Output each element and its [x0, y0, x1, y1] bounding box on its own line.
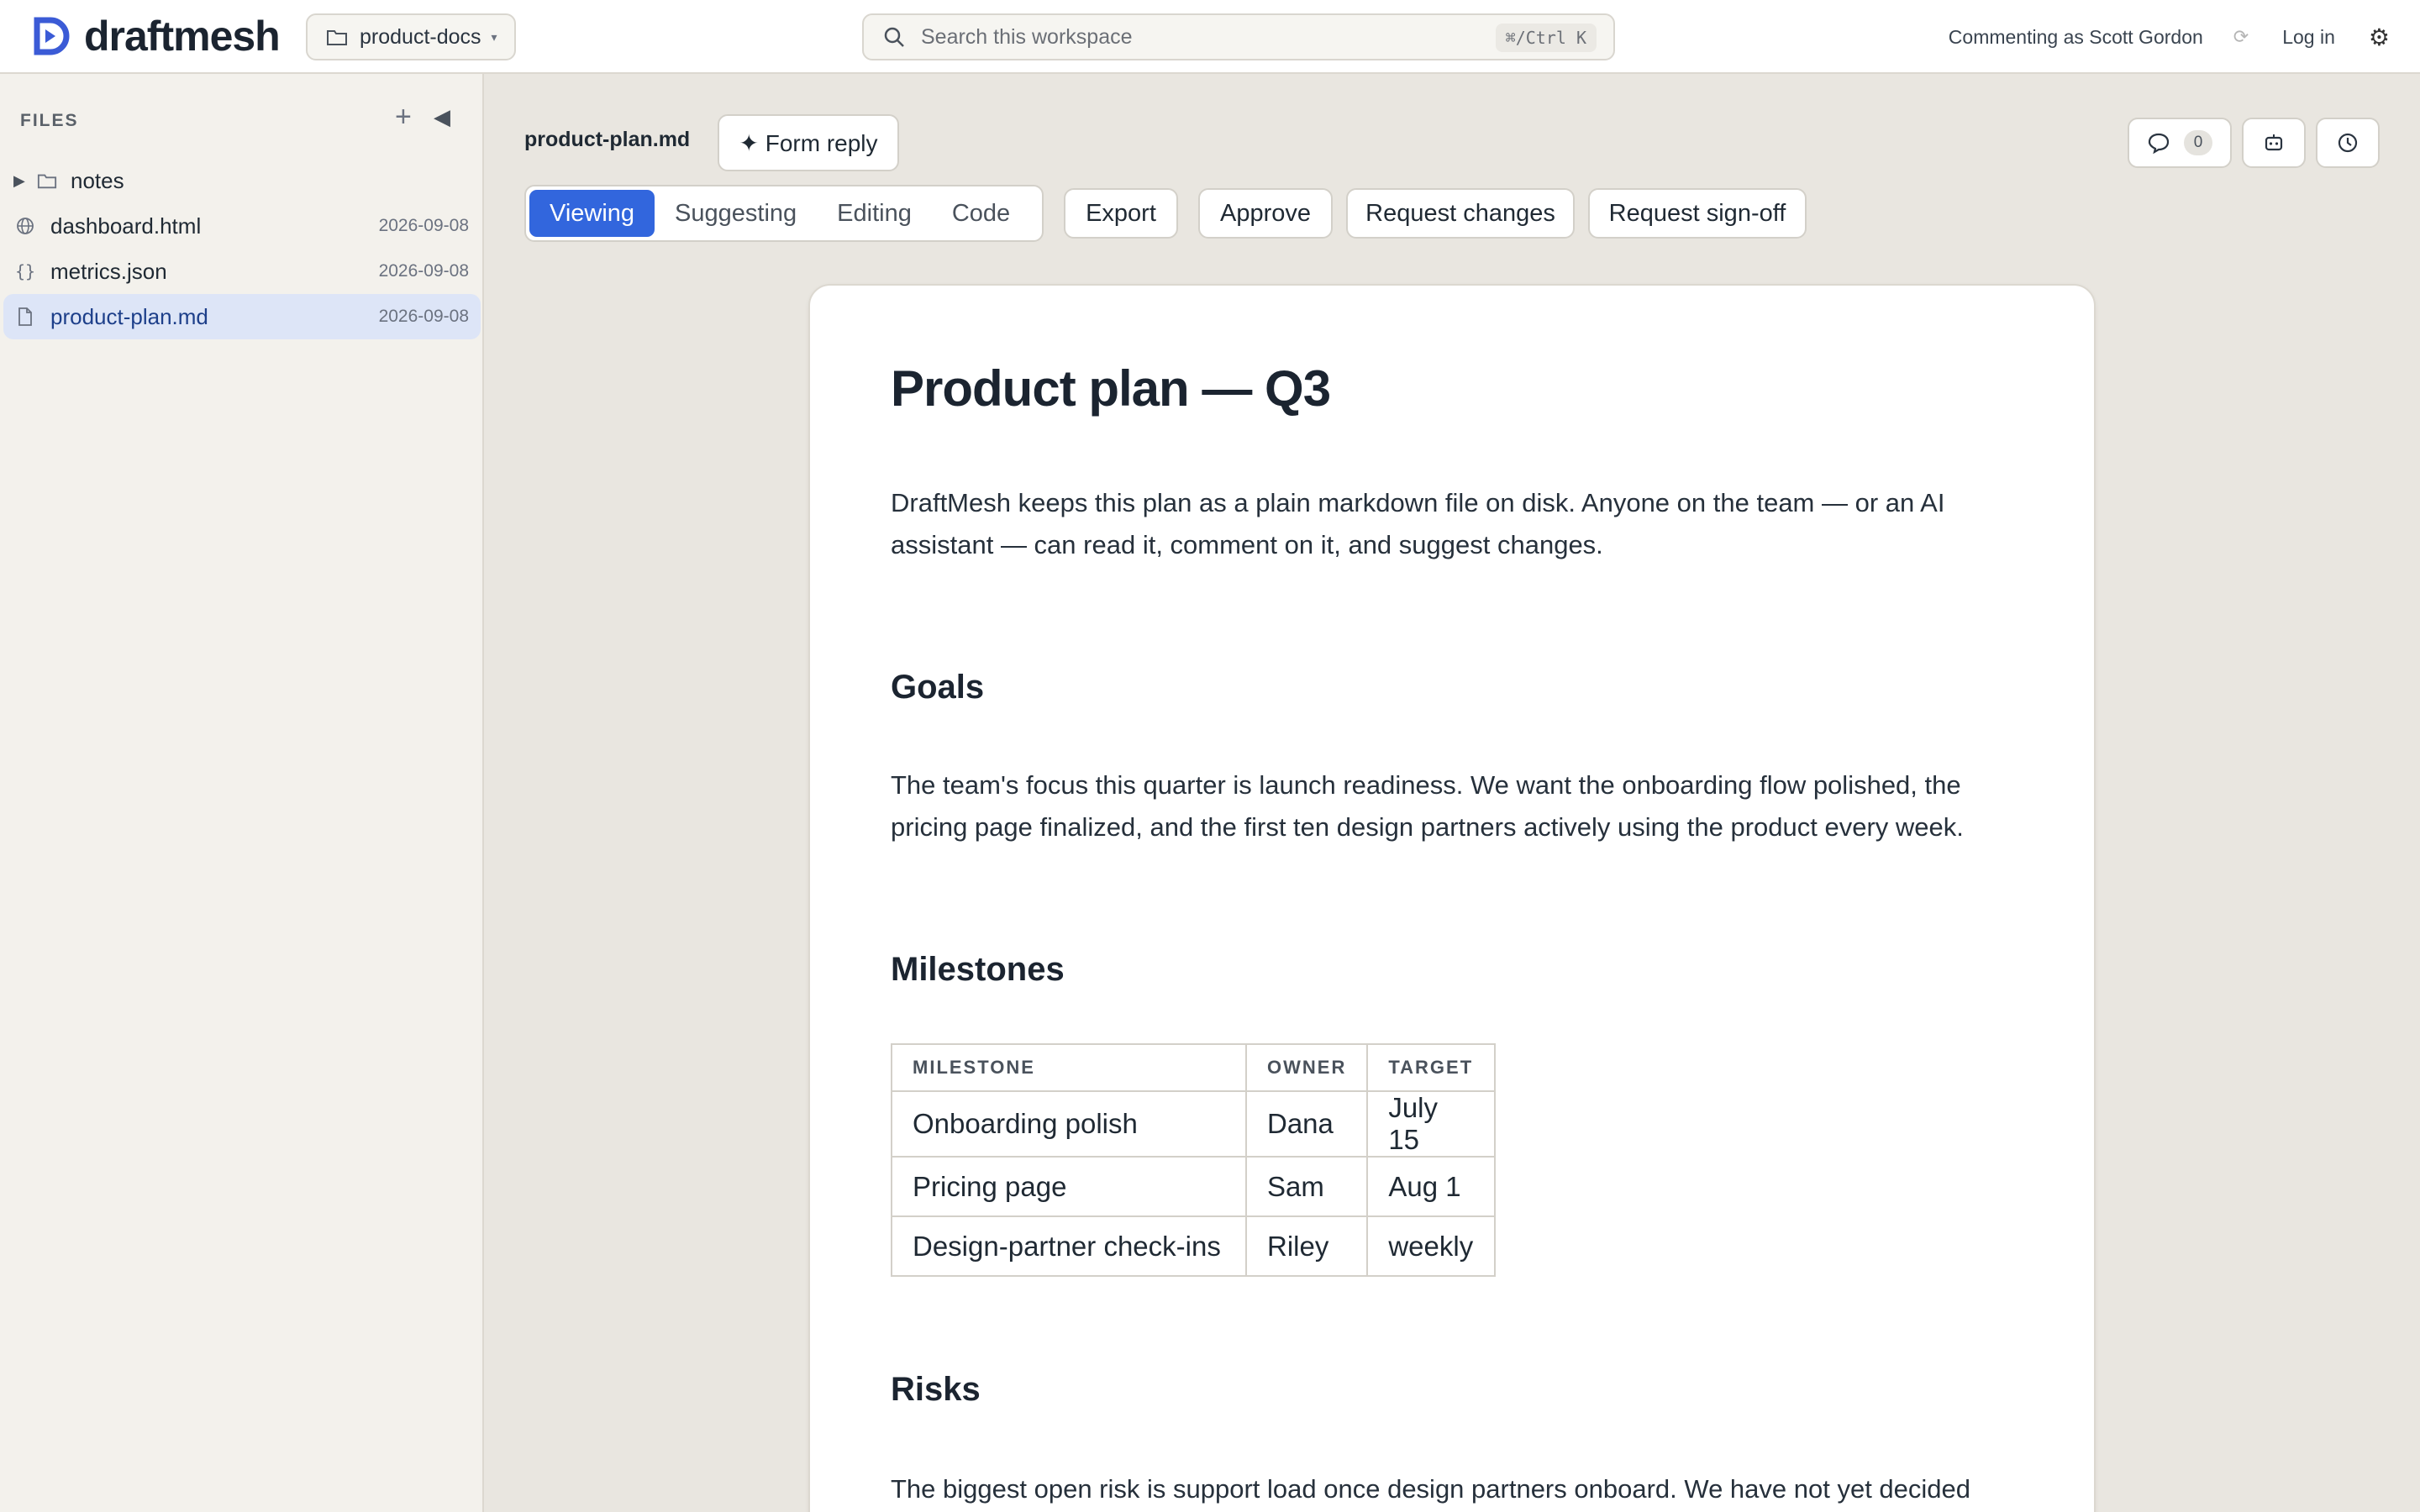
sidebar-item-label: notes [71, 167, 124, 193]
sidebar-item-label: metrics.json [50, 258, 167, 284]
folder-icon [327, 30, 347, 45]
document-card: Product plan — Q3 DraftMesh keeps this p… [808, 284, 2096, 1512]
search-bar[interactable]: ⌘/Ctrl K [862, 13, 1615, 60]
owner-cell: Riley [1244, 1215, 1369, 1277]
sidebar-item-label: dashboard.html [50, 213, 202, 239]
milestones-heading: Milestones [891, 951, 1065, 988]
robot-icon [2265, 134, 2283, 151]
tab-code[interactable]: Code [932, 190, 1030, 237]
sidebar-item-date: 2026-09-08 [378, 307, 469, 326]
search-input[interactable] [921, 24, 1492, 50]
milestone-cell: Onboarding polish [891, 1090, 1247, 1158]
workspace-label: product-docs [360, 24, 481, 49]
column-header-target: TARGET [1366, 1043, 1497, 1092]
form-reply-button[interactable]: ✦ Form reply [718, 114, 899, 171]
target-cell: July 15 [1366, 1090, 1497, 1158]
app-name: draftmesh [84, 13, 281, 60]
table-row: Onboarding polish Dana July 15 [891, 1090, 1497, 1158]
globe-icon [15, 216, 35, 236]
column-header-owner: OWNER [1244, 1043, 1369, 1092]
sidebar-item-product-plan-md[interactable]: product-plan.md 2026-09-08 [3, 294, 481, 339]
login-link[interactable]: Log in [2282, 26, 2335, 49]
add-file-icon[interactable]: + [395, 102, 412, 131]
owner-cell: Dana [1244, 1090, 1369, 1158]
comment-icon [2148, 133, 2170, 155]
gear-icon[interactable]: ⚙ [2369, 24, 2390, 51]
target-cell: weekly [1366, 1215, 1497, 1277]
files-header: FILES [20, 111, 79, 130]
table-header-row: MILESTONE OWNER TARGET [891, 1043, 1497, 1092]
request-sign-off-button[interactable]: Request sign-off [1588, 188, 1807, 239]
sync-status-icon: ⟳ [2233, 26, 2249, 47]
expand-arrow-icon[interactable]: ▶ [13, 172, 25, 190]
chevron-down-icon: ▾ [491, 29, 497, 44]
draftmesh-logo-icon [34, 17, 70, 55]
document-title: Product plan — Q3 [891, 360, 1331, 417]
document-file-name: product-plan.md [524, 128, 691, 151]
sidebar-item-label: product-plan.md [50, 303, 208, 329]
column-header-milestone: MILESTONE [891, 1043, 1247, 1092]
commenting-as-label: Commenting as Scott Gordon [1948, 25, 2203, 48]
tab-suggesting[interactable]: Suggesting [655, 190, 817, 237]
milestone-cell: Pricing page [891, 1156, 1247, 1217]
ai-assistant-button[interactable] [2242, 118, 2306, 168]
comments-button[interactable]: 0 [2128, 118, 2232, 168]
milestone-cell: Design-partner check-ins [891, 1215, 1247, 1277]
goals-heading: Goals [891, 669, 985, 706]
sidebar-item-notes[interactable]: ▶ notes [0, 158, 484, 203]
table-row: Design-partner check-ins Riley weekly [891, 1215, 1497, 1277]
owner-cell: Sam [1244, 1156, 1369, 1217]
search-icon [884, 27, 904, 47]
file-tree: ▶ notes dashboard.html 2026-09-08 {} met… [0, 158, 484, 339]
sidebar-item-metrics-json[interactable]: {} metrics.json 2026-09-08 [0, 249, 484, 294]
collapse-sidebar-icon[interactable]: ◀ [434, 106, 450, 128]
intro-paragraph: DraftMesh keeps this plan as a plain mar… [891, 488, 1945, 559]
top-bar: draftmesh product-docs ▾ ⌘/Ctrl K Commen… [0, 0, 2420, 74]
history-button[interactable] [2316, 118, 2380, 168]
json-braces-icon: {} [14, 261, 36, 281]
tab-editing[interactable]: Editing [817, 190, 932, 237]
top-right-controls: Commenting as Scott Gordon ⟳ Log in ⚙ [1949, 0, 2390, 74]
search-shortcut-hint: ⌘/Ctrl K [1495, 24, 1597, 52]
folder-icon [37, 171, 57, 191]
workspace-switcher[interactable]: product-docs ▾ [306, 13, 516, 60]
file-sidebar: FILES + ◀ ▶ notes dashboard.html 2026-09… [0, 74, 484, 1512]
sidebar-item-date: 2026-09-08 [378, 216, 469, 235]
document-icon [15, 307, 35, 327]
risks-heading: Risks [891, 1371, 981, 1408]
request-changes-button[interactable]: Request changes [1346, 188, 1575, 239]
comment-count-badge: 0 [2184, 130, 2212, 155]
export-button[interactable]: Export [1064, 188, 1178, 239]
risks-paragraph: The biggest open risk is support load on… [891, 1474, 1971, 1504]
milestones-table: MILESTONE OWNER TARGET Onboarding polish… [891, 1043, 1497, 1277]
clock-icon [2338, 133, 2358, 153]
sidebar-item-dashboard-html[interactable]: dashboard.html 2026-09-08 [0, 203, 484, 249]
approve-button[interactable]: Approve [1198, 188, 1333, 239]
sidebar-item-date: 2026-09-08 [378, 261, 469, 281]
tab-viewing[interactable]: Viewing [529, 190, 655, 237]
mode-switcher: Viewing Suggesting Editing Code [524, 185, 1044, 242]
target-cell: Aug 1 [1366, 1156, 1497, 1217]
app-logo[interactable]: draftmesh [32, 13, 281, 60]
goals-paragraph: The team's focus this quarter is launch … [891, 770, 1964, 842]
table-row: Pricing page Sam Aug 1 [891, 1156, 1497, 1217]
